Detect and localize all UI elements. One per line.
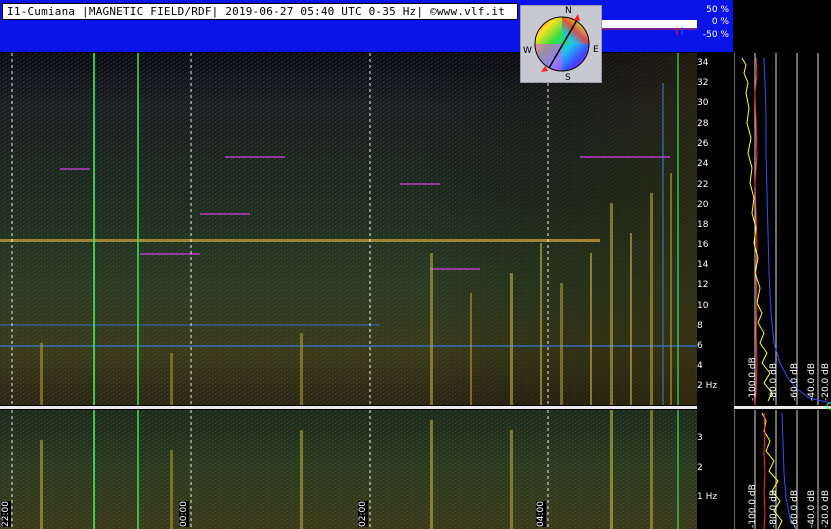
freq-tick: 14 <box>697 260 709 270</box>
compass-north-label: N <box>565 6 572 16</box>
freq-tick: 26 <box>697 139 709 149</box>
pct-label-50: 50 % <box>706 5 729 15</box>
pct-label-minus50: -50 % <box>702 30 729 40</box>
time-label-2200: 22:00 <box>1 501 11 527</box>
freq-tick: 6 <box>697 341 703 351</box>
db-label: -80.0 dB <box>769 362 779 401</box>
db-label: -40.0 dB <box>807 362 817 401</box>
time-label-0400: 04:00 <box>536 501 546 527</box>
title-box: I1-Cumiana |MAGNETIC FIELD/RDF| 2019-06-… <box>2 3 518 20</box>
freq-tick: 34 <box>697 58 709 68</box>
freq-tick: 2 <box>697 463 703 473</box>
freq-tick: 20 <box>697 200 709 210</box>
freq-tick: 22 <box>697 180 709 190</box>
freq-tick: 10 <box>697 301 709 311</box>
db-label: -40.0 dB <box>807 489 817 528</box>
spectrogram-sub-image <box>0 410 697 529</box>
spectrogram-sub-panel <box>0 410 697 529</box>
panel-divider <box>0 406 697 409</box>
rdf-compass: N S E W <box>520 5 602 83</box>
freq-tick: 32 <box>697 78 709 88</box>
db-label: -60.0 dB <box>790 489 800 528</box>
spectrogram-window: I1-Cumiana |MAGNETIC FIELD/RDF| 2019-06-… <box>0 0 831 529</box>
freq-tick: 28 <box>697 119 709 129</box>
db-label: -100.0 dB <box>748 357 758 401</box>
spectrogram-main-panel <box>0 53 697 405</box>
time-label-0000: 00:00 <box>179 501 189 527</box>
spectrum-profile-panel: -100.0 dB -80.0 dB -60.0 dB -40.0 dB -20… <box>733 53 831 529</box>
db-label: -20.0 dB <box>821 362 831 401</box>
db-label: -100.0 dB <box>748 484 758 528</box>
db-label: -60.0 dB <box>790 362 800 401</box>
pct-label-0: 0 % <box>711 17 729 27</box>
spectrogram-main-image <box>0 53 697 405</box>
spectrum-profile-graph <box>733 53 831 529</box>
time-label-0200: 02:00 <box>358 501 368 527</box>
compass-west-label: W <box>523 46 532 56</box>
freq-tick: 4 <box>697 361 703 371</box>
compass-east-label: E <box>593 45 599 55</box>
freq-tick: 18 <box>697 220 709 230</box>
freq-tick: 12 <box>697 280 709 290</box>
freq-tick: 2 Hz <box>697 381 718 391</box>
freq-tick: 1 Hz <box>697 492 718 502</box>
compass-south-label: S <box>565 73 571 83</box>
freq-tick: 24 <box>697 159 709 169</box>
spectrogram-title: I1-Cumiana |MAGNETIC FIELD/RDF| 2019-06-… <box>7 5 506 18</box>
compass-rose-icon <box>534 14 590 72</box>
db-label: -20.0 dB <box>821 489 831 528</box>
frequency-axis: 34 32 30 28 26 24 22 20 18 16 14 12 10 8… <box>697 53 734 529</box>
freq-tick: 16 <box>697 240 709 250</box>
freq-tick: 3 <box>697 433 703 443</box>
freq-tick: 30 <box>697 98 709 108</box>
rdf-percent-scale: 50 % 0 % -50 % <box>697 0 733 52</box>
freq-tick: 8 <box>697 321 703 331</box>
db-label: -80.0 dB <box>769 489 779 528</box>
